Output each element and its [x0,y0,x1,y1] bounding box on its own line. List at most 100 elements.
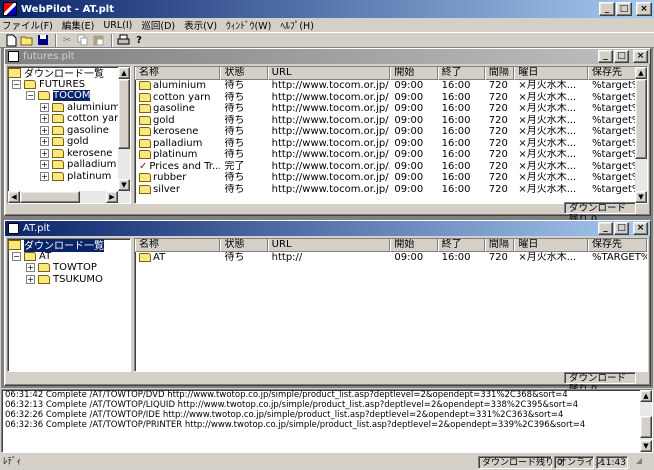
list-row[interactable]: ✓ Prices and Tr... 完了 http://www.tocom.or.j… [135,161,647,173]
futures-window-title-bar[interactable]: futures.plt _ □ × [5,49,650,64]
new-file-icon[interactable] [4,33,18,47]
futures-plt-window[interactable]: futures.plt _ □ × ダウンロード一覧 − FUTURES − TOC… [4,48,651,225]
download-tree[interactable]: ダウンロード一覧 − FUTURES − TOCOM + aluminium + cot… [7,66,131,204]
list-vertical-scrollbar[interactable]: ▲ ▼ [635,67,647,203]
save-icon[interactable] [36,33,50,47]
column-header-name[interactable]: 名称 [135,67,221,80]
column-header-destination[interactable]: 保存先 [588,239,647,252]
tree-root[interactable]: ダウンロード一覧 [8,239,130,253]
tree-item[interactable]: + gold [8,136,130,148]
scroll-up-icon[interactable]: ▲ [118,67,130,79]
expand-icon[interactable]: + [26,274,35,284]
download-list[interactable]: 名称 状態 URL 開始 終了 間隔 曜日 保存先 AT 待ち http:// 09:… [134,238,648,372]
minimize-button[interactable]: _ [599,2,615,16]
tree-item[interactable]: + TSUKUMO [8,274,130,286]
at-plt-window[interactable]: AT.plt _ □ × ダウンロード一覧 − AT + TOWTOP + TSUKU… [4,220,651,395]
menu-url[interactable]: URL(I) [103,20,132,31]
tree-item[interactable]: + kerosene [8,148,130,160]
menu-patrol[interactable]: 巡回(D) [141,18,175,32]
list-row[interactable]: AT 待ち http:// 09:00 16:00 720 ×月火水木... %TARGET% [135,252,647,264]
column-header-start[interactable]: 開始 [390,67,438,80]
column-header-status[interactable]: 状態 [220,239,268,252]
tree-node-at[interactable]: − AT [8,251,130,263]
menu-window[interactable]: ｳｨﾝﾄﾞｳ(W) [226,18,271,32]
column-header-days[interactable]: 曜日 [514,67,589,80]
at-window-title-bar[interactable]: AT.plt _ □ × [5,221,650,236]
list-row[interactable]: kerosene 待ち http://www.tocom.or.jp/09:00 16… [135,126,647,138]
close-button[interactable]: × [636,2,652,16]
list-row[interactable]: gold 待ち http://www.tocom.or.jp/09:00 16:00 7… [135,115,647,127]
copy-icon[interactable] [76,33,90,47]
log-pane[interactable]: 06:31:42 Complete /AT/TOWTOP/DVD http://… [1,389,653,453]
scroll-thumb[interactable] [640,416,652,438]
tree-node-tocom[interactable]: − TOCOM [8,90,130,102]
tree-item[interactable]: + cotton yar [8,113,130,125]
download-tree[interactable]: ダウンロード一覧 − AT + TOWTOP + TSUKUMO [7,238,131,372]
tree-item[interactable]: + platinum [8,171,130,183]
scroll-down-icon[interactable]: ▼ [640,440,652,452]
column-header-status[interactable]: 状態 [220,67,268,80]
resize-grip-icon[interactable]: ◢ [628,456,642,469]
column-header-url[interactable]: URL [267,67,391,80]
menu-help[interactable]: ﾍﾙﾌﾟ(H) [280,18,314,32]
tree-vertical-scrollbar[interactable]: ▲ ▼ [118,67,130,191]
scroll-up-icon[interactable]: ▲ [635,67,647,79]
collapse-icon[interactable]: − [26,91,35,101]
expand-icon[interactable]: + [40,125,49,135]
cut-icon[interactable]: ✂ [60,33,74,47]
child1-minimize-button[interactable]: _ [598,50,613,63]
child2-minimize-button[interactable]: _ [598,222,613,235]
child1-close-button[interactable]: × [633,50,648,63]
print-icon[interactable] [116,33,130,47]
log-vertical-scrollbar[interactable]: ▲ ▼ [640,390,652,452]
column-header-url[interactable]: URL [267,239,391,252]
scroll-thumb[interactable] [118,79,130,149]
maximize-button[interactable]: □ [616,2,632,16]
download-list[interactable]: 名称 状態 URL 開始 終了 間隔 曜日 保存先 aluminium 待ち htt… [134,66,648,204]
help-icon[interactable]: ? [132,33,146,47]
collapse-icon[interactable]: − [12,251,21,261]
tree-item[interactable]: + gasoline [8,125,130,137]
list-row[interactable]: cotton yarn 待ち http://www.tocom.or.jp/09:0… [135,92,647,104]
paste-icon[interactable] [92,33,106,47]
scroll-thumb[interactable] [635,79,647,159]
expand-icon[interactable]: + [40,102,49,112]
column-header-end[interactable]: 終了 [437,239,485,252]
tree-node-futures[interactable]: − FUTURES [8,79,130,91]
column-header-interval[interactable]: 間隔 [484,67,515,80]
menu-file[interactable]: ファイル(F) [2,18,53,32]
list-row[interactable]: silver 待ち http://www.tocom.or.jp/09:00 16:0… [135,184,647,196]
menu-view[interactable]: 表示(V) [184,18,217,32]
collapse-icon[interactable]: − [12,79,21,89]
webpilot-app-icon[interactable] [3,2,17,16]
expand-icon[interactable]: + [40,160,49,170]
expand-icon[interactable]: + [40,171,49,181]
column-header-name[interactable]: 名称 [135,239,221,252]
expand-icon[interactable]: + [26,263,35,273]
tree-item[interactable]: + aluminium [8,102,130,114]
menu-edit[interactable]: 編集(E) [62,18,94,32]
list-row[interactable]: palladium 待ち http://www.tocom.or.jp/09:00 1… [135,138,647,150]
scroll-up-icon[interactable]: ▲ [640,390,652,402]
tree-item[interactable]: + TOWTOP [8,262,130,274]
tree-root[interactable]: ダウンロード一覧 [8,67,130,80]
column-header-end[interactable]: 終了 [437,67,485,80]
column-header-days[interactable]: 曜日 [514,239,589,252]
child2-close-button[interactable]: × [633,222,648,235]
expand-icon[interactable]: + [40,137,49,147]
list-row[interactable]: rubber 待ち http://www.tocom.or.jp/09:00 16:0… [135,172,647,184]
expand-icon[interactable]: + [40,114,49,124]
list-row[interactable]: platinum 待ち http://www.tocom.or.jp/09:00 16… [135,149,647,161]
open-folder-icon[interactable] [20,33,34,47]
app-title-bar[interactable]: WebPilot - AT.plt _ □ × [0,0,654,18]
scroll-down-icon[interactable]: ▼ [118,179,130,191]
list-row[interactable]: aluminium 待ち http://www.tocom.or.jp/09:00 1… [135,80,647,92]
cell-url-text: http://www.tocom.or.jp/ [271,137,389,149]
child2-maximize-button[interactable]: □ [614,222,629,235]
expand-icon[interactable]: + [40,148,49,158]
child1-maximize-button[interactable]: □ [614,50,629,63]
tree-item[interactable]: + palladium [8,159,130,171]
column-header-interval[interactable]: 間隔 [484,239,515,252]
column-header-start[interactable]: 開始 [390,239,438,252]
list-row[interactable]: gasoline 待ち http://www.tocom.or.jp/09:00 16… [135,103,647,115]
